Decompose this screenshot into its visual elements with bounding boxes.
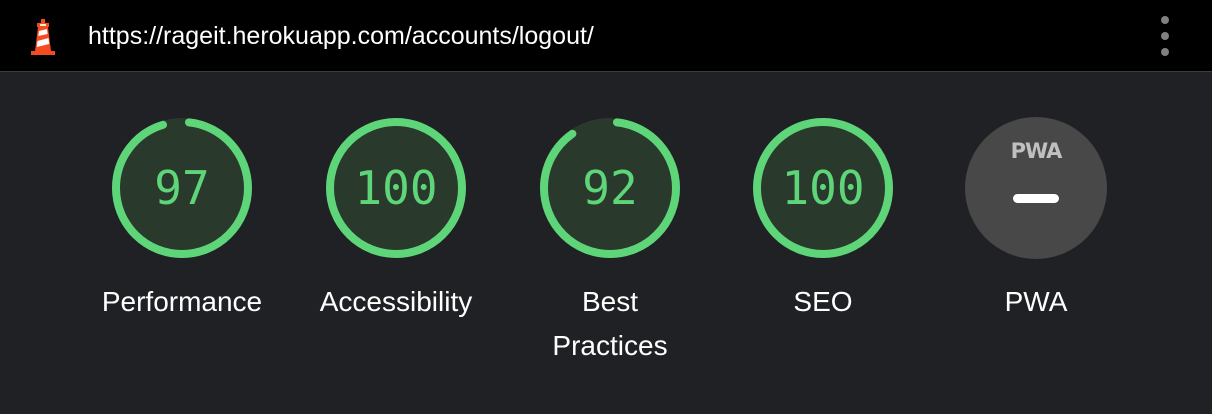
- gauge-performance[interactable]: 97 Performance: [82, 116, 282, 324]
- gauge-best-practices[interactable]: 92 Best Practices: [510, 116, 710, 368]
- top-bar: https://rageit.herokuapp.com/accounts/lo…: [0, 0, 1212, 72]
- score-value: 97: [154, 161, 210, 215]
- vertical-dots-menu-icon[interactable]: [1152, 16, 1178, 56]
- page-url: https://rageit.herokuapp.com/accounts/lo…: [88, 22, 594, 50]
- pwa-badge: PWA: [965, 117, 1107, 259]
- score-value: 100: [354, 161, 438, 215]
- score-value: 100: [781, 161, 865, 215]
- gauge-label: SEO: [793, 286, 853, 317]
- gauge-label: Best Practices: [552, 286, 668, 361]
- gauge-seo[interactable]: 100 SEO: [723, 116, 923, 324]
- pwa-badge-text: PWA: [1010, 139, 1063, 163]
- gauge-label: Performance: [101, 286, 263, 317]
- gauge-label: PWA: [1004, 286, 1068, 317]
- gauge-accessibility[interactable]: 100 Accessibility: [296, 116, 496, 324]
- score-value: 92: [582, 161, 638, 215]
- gauge-pwa[interactable]: PWA PWA: [936, 116, 1136, 324]
- gauge-label: Accessibility: [319, 286, 473, 317]
- not-applicable-dash-icon: [1013, 194, 1059, 203]
- lighthouse-logo-icon: [31, 19, 55, 55]
